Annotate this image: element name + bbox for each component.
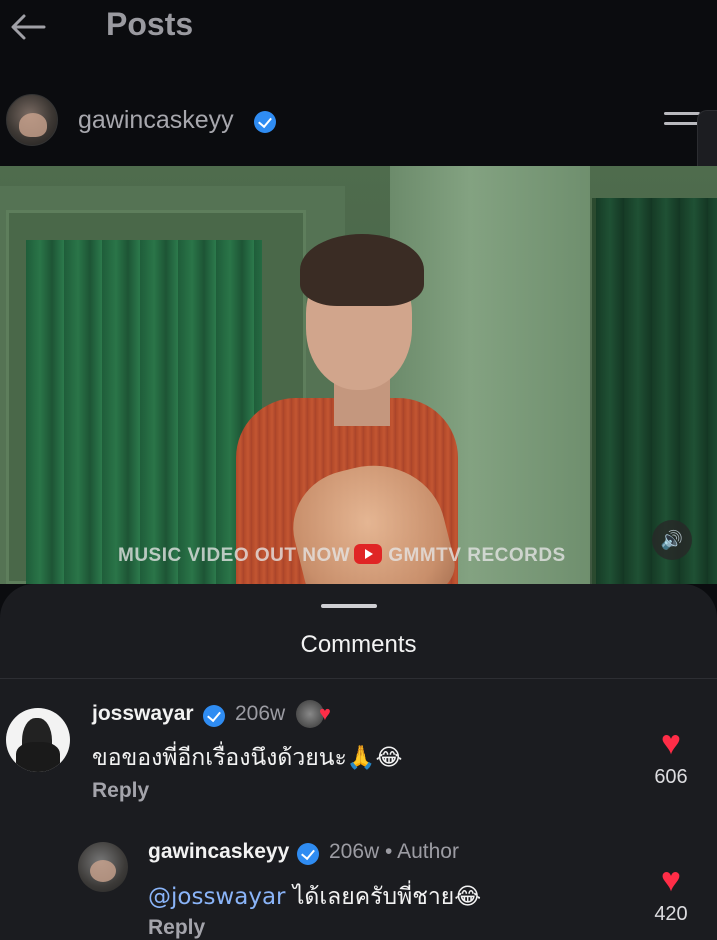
comment-text: ขอของพี่อีกเรื่องนึงด้วยนะ🙏😂 bbox=[92, 745, 403, 771]
speaker-icon[interactable]: 🔊 bbox=[652, 520, 692, 560]
post-username[interactable]: gawincaskeyy bbox=[78, 106, 234, 135]
divider bbox=[0, 678, 717, 679]
author-label: Author bbox=[397, 840, 459, 863]
commenter-avatar[interactable] bbox=[78, 842, 128, 892]
verified-badge-icon bbox=[297, 843, 319, 865]
video-watermark: MUSIC VIDEO OUT NOW GMMTV RECORDS bbox=[118, 544, 566, 566]
like-heart-icon[interactable]: ♥ bbox=[651, 863, 691, 897]
like-count: 606 bbox=[654, 766, 688, 788]
post-video[interactable]: MUSIC VIDEO OUT NOW GMMTV RECORDS 🔊 bbox=[0, 166, 717, 584]
reply-button[interactable]: Reply bbox=[148, 916, 205, 940]
avatar[interactable] bbox=[6, 94, 58, 146]
like-count: 420 bbox=[654, 903, 688, 925]
arrow-left-icon[interactable] bbox=[8, 12, 48, 42]
comment-username[interactable]: josswayar bbox=[92, 702, 194, 726]
comment-username[interactable]: gawincaskeyy bbox=[148, 840, 289, 864]
comments-sheet: Comments josswayar 206w ♥ ขอของพี่อีกเรื… bbox=[0, 584, 717, 940]
reply-button[interactable]: Reply bbox=[92, 779, 149, 803]
post-header: gawincaskeyy bbox=[0, 92, 717, 152]
comment-meta: 206w • Author bbox=[329, 840, 459, 864]
curtain bbox=[26, 240, 262, 584]
comment-time: 206w bbox=[235, 702, 286, 725]
top-bar: Posts bbox=[0, 0, 717, 60]
drag-handle[interactable] bbox=[321, 604, 377, 608]
commenter-avatar[interactable] bbox=[6, 708, 70, 772]
verified-badge-icon bbox=[254, 111, 276, 133]
mention-link[interactable]: @josswayar bbox=[148, 884, 286, 910]
comment-text: @josswayar ได้เลยครับพี่ชาย😂 bbox=[148, 884, 482, 910]
youtube-icon bbox=[354, 544, 383, 564]
author-heart-icon: ♥ bbox=[319, 703, 331, 725]
meta-separator: • bbox=[385, 840, 393, 863]
more-options-icon[interactable] bbox=[664, 112, 700, 134]
verified-badge-icon bbox=[203, 705, 225, 727]
comment-time: 206w bbox=[329, 840, 380, 863]
comments-title: Comments bbox=[300, 631, 417, 658]
like-heart-icon[interactable]: ♥ bbox=[651, 726, 691, 760]
page-title: Posts bbox=[106, 6, 194, 42]
